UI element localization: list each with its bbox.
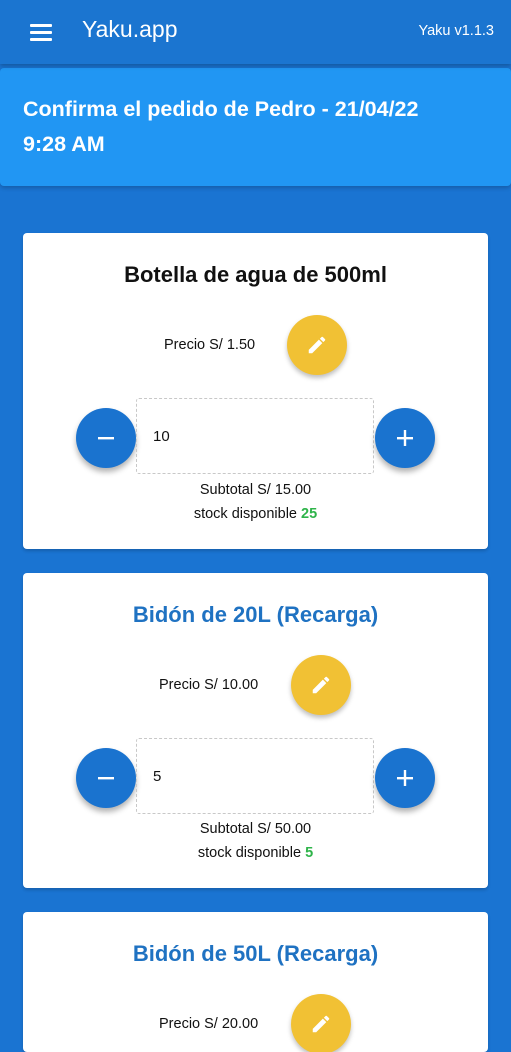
order-banner: Confirma el pedido de Pedro - 21/04/22 9… (0, 68, 511, 186)
edit-price-button[interactable] (291, 655, 351, 715)
stock-label: stock disponible 5 (23, 845, 488, 861)
subtotal-label: Subtotal S/ 50.00 (199, 821, 312, 837)
pencil-icon (308, 336, 326, 354)
app-title: Yaku.app (82, 16, 178, 42)
increase-quantity-button[interactable] (375, 748, 435, 808)
quantity-input[interactable]: 10 (136, 398, 374, 474)
product-card: Botella de agua de 500ml Precio S/ 1.50 … (23, 233, 488, 549)
product-name: Bidón de 20L (Recarga) (132, 602, 379, 627)
product-card: Bidón de 50L (Recarga) Precio S/ 20.00 (23, 912, 488, 1052)
edit-price-button[interactable] (287, 315, 347, 375)
edit-price-button[interactable] (291, 994, 351, 1052)
minus-icon (98, 437, 114, 440)
stock-text: stock disponible (197, 845, 302, 861)
quantity-value: 5 (153, 768, 162, 785)
product-name: Bidón de 50L (Recarga) (132, 941, 379, 966)
menu-icon (30, 24, 52, 27)
minus-icon (98, 777, 114, 780)
subtotal-label: Subtotal S/ 15.00 (199, 482, 312, 498)
quantity-value: 10 (153, 428, 170, 445)
order-confirmation-title: Confirma el pedido de Pedro - 21/04/22 9… (23, 97, 419, 156)
version-label: Yaku v1.1.3 (418, 23, 494, 39)
menu-button[interactable] (24, 20, 58, 44)
app-bar: Yaku.app Yaku v1.1.3 (0, 0, 511, 64)
stock-count: 25 (301, 506, 318, 522)
decrease-quantity-button[interactable] (76, 408, 136, 468)
product-price: Precio S/ 20.00 (159, 1016, 259, 1032)
stock-count: 5 (305, 845, 314, 861)
increase-quantity-button[interactable] (375, 408, 435, 468)
pencil-icon (312, 1015, 330, 1033)
plus-icon (397, 770, 413, 786)
stock-text: stock disponible (193, 506, 297, 522)
stock-label: stock disponible 25 (23, 506, 488, 522)
product-price: Precio S/ 1.50 (164, 337, 256, 353)
pencil-icon (312, 676, 330, 694)
quantity-input[interactable]: 5 (136, 738, 374, 814)
decrease-quantity-button[interactable] (76, 748, 136, 808)
product-card: Bidón de 20L (Recarga) Precio S/ 10.00 5… (23, 573, 488, 888)
plus-icon (397, 430, 413, 446)
product-price: Precio S/ 10.00 (159, 677, 259, 693)
product-name: Botella de agua de 500ml (124, 262, 387, 287)
